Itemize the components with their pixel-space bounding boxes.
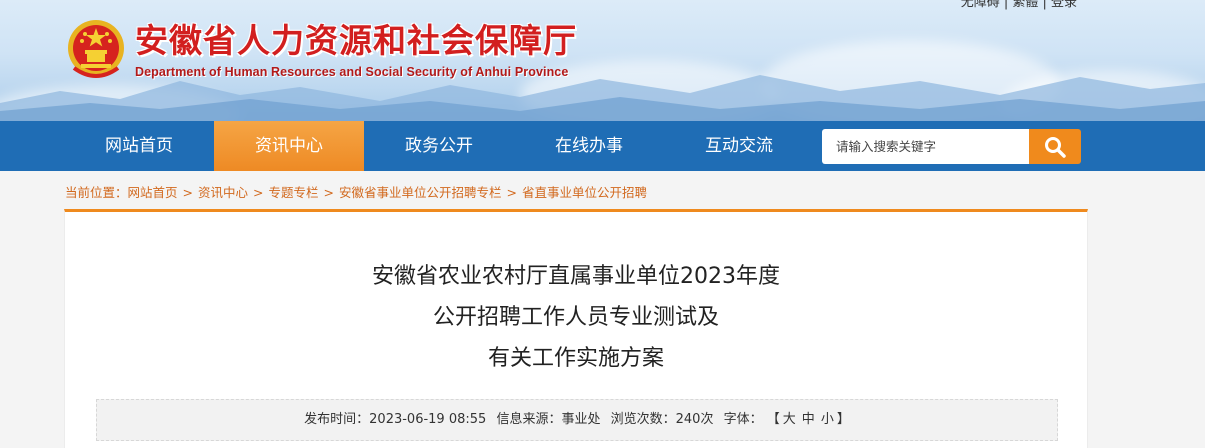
nav-item-news-center[interactable]: 资讯中心 (214, 121, 364, 171)
nav-item-government-affairs[interactable]: 政务公开 (364, 121, 514, 171)
search-button[interactable] (1029, 129, 1081, 164)
article-title-line: 有关工作实施方案 (487, 346, 664, 371)
article-title-line: 公开招聘工作人员专业测试及 (432, 305, 719, 330)
main-nav: 网站首页 资讯中心 政务公开 在线办事 互动交流 (0, 121, 1205, 171)
info-source: 信息来源：事业处 (496, 412, 600, 427)
breadcrumb-prefix: 当前位置： (65, 185, 128, 200)
font-size-label: 字体： (723, 412, 763, 427)
breadcrumb-separator: > (182, 185, 194, 200)
font-size-large-button[interactable]: 大 (783, 412, 796, 427)
publish-time-value: 2023-06-19 08:55 (369, 412, 487, 427)
font-size-control: 字体： 【大中小】 (724, 412, 850, 427)
article-title: 安徽省农业农村厅直属事业单位2023年度 公开招聘工作人员专业测试及 有关工作实… (65, 256, 1087, 379)
nav-item-online-services[interactable]: 在线办事 (514, 121, 664, 171)
breadcrumb-separator: > (506, 185, 518, 200)
article-meta-bar: 发布时间：2023-06-19 08:55 信息来源：事业处 浏览次数：240次… (96, 399, 1058, 441)
header-banner: 无障碍 | 繁體 | 登录 安徽省人力资源和社会保障厅 Department o… (0, 0, 1205, 121)
font-size-medium-button[interactable]: 中 (802, 412, 815, 427)
info-source-value: 事业处 (561, 412, 601, 427)
font-size-small-button[interactable]: 小 (821, 412, 834, 427)
site-title: 安徽省人力资源和社会保障厅 (135, 21, 577, 60)
publish-time-label: 发布时间： (304, 412, 370, 427)
national-emblem-icon (68, 20, 124, 78)
top-links[interactable]: 无障碍 | 繁體 | 登录 (961, 0, 1077, 10)
article-container: 安徽省农业农村厅直属事业单位2023年度 公开招聘工作人员专业测试及 有关工作实… (64, 209, 1088, 448)
breadcrumb-item-recruitment-column[interactable]: 安徽省事业单位公开招聘专栏 (339, 185, 502, 200)
search-icon (1045, 136, 1066, 158)
bracket-open: 【 (766, 412, 780, 427)
article-title-line: 安徽省农业农村厅直属事业单位2023年度 (372, 264, 780, 289)
view-count-label: 浏览次数： (610, 412, 676, 427)
breadcrumb: 当前位置：网站首页 > 资讯中心 > 专题专栏 > 安徽省事业单位公开招聘专栏 > 省直事业单位… (65, 182, 647, 201)
breadcrumb-item-news-center[interactable]: 资讯中心 (198, 185, 248, 200)
breadcrumb-separator: > (253, 185, 264, 200)
breadcrumb-separator: > (323, 185, 335, 200)
bracket-close: 】 (836, 412, 850, 427)
view-count: 浏览次数：240次 (611, 412, 714, 427)
breadcrumb-item-provincial-recruitment[interactable]: 省直事业单位公开招聘 (522, 185, 647, 200)
breadcrumb-item-special-column[interactable]: 专题专栏 (269, 185, 319, 200)
nav-item-home[interactable]: 网站首页 (64, 121, 214, 171)
site-subtitle: Department of Human Resources and Social… (135, 65, 569, 79)
breadcrumb-item-home[interactable]: 网站首页 (128, 185, 178, 200)
view-count-value: 240次 (675, 412, 714, 427)
nav-item-interaction[interactable]: 互动交流 (664, 121, 814, 171)
info-source-label: 信息来源： (496, 412, 562, 427)
publish-time: 发布时间：2023-06-19 08:55 (304, 412, 486, 427)
search-input[interactable] (822, 129, 1030, 164)
